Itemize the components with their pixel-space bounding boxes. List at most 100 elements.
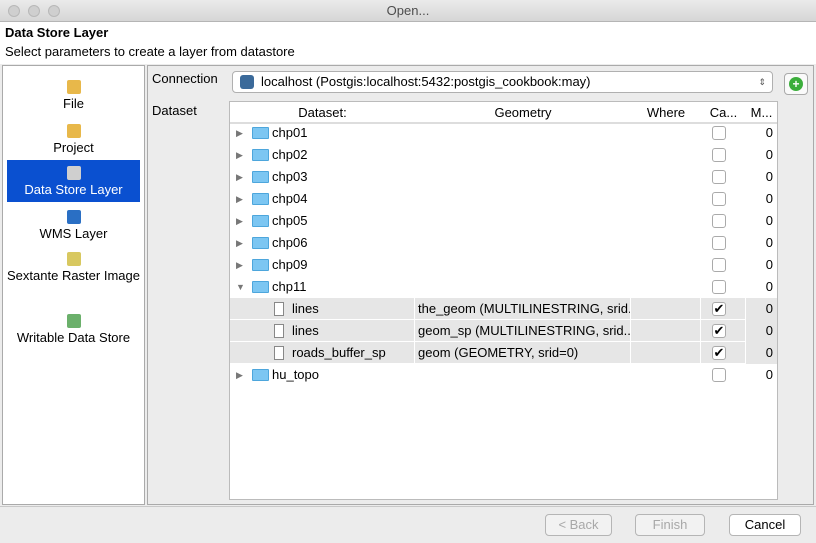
postgres-icon xyxy=(240,75,254,89)
connection-select[interactable]: localhost (Postgis:localhost:5432:postgi… xyxy=(232,71,773,93)
footer-divider xyxy=(0,506,816,507)
layer-checkbox[interactable]: ✔ xyxy=(712,324,726,338)
layer-checkbox[interactable] xyxy=(712,170,726,184)
column-dataset[interactable]: Dataset: xyxy=(230,102,415,123)
count-cell: 0 xyxy=(765,191,773,206)
count-cell: 0 xyxy=(765,323,773,338)
zoom-window-button[interactable] xyxy=(48,5,60,17)
expand-icon[interactable]: ▶ xyxy=(236,364,243,386)
folder-icon xyxy=(252,259,269,271)
folder-icon xyxy=(252,369,269,381)
expand-icon[interactable]: ▶ xyxy=(236,232,243,254)
expand-icon[interactable]: ▶ xyxy=(236,144,243,166)
column-geometry[interactable]: Geometry xyxy=(415,102,631,123)
geometry-cell: the_geom (MULTILINESTRING, srid... xyxy=(415,298,631,320)
title-bar: Open... xyxy=(0,0,816,22)
close-window-button[interactable] xyxy=(8,5,20,17)
table-row[interactable]: ▼ chp11 0 xyxy=(230,276,777,298)
expand-icon[interactable]: ▶ xyxy=(236,210,243,232)
geometry-cell: geom_sp (MULTILINESTRING, srid... xyxy=(415,320,631,342)
nav-item-label: Writable Data Store xyxy=(16,330,131,345)
schema-name: chp06 xyxy=(272,235,308,250)
nav-item-writable-data-store[interactable]: Writable Data Store xyxy=(7,308,140,348)
nav-item-data-store-layer[interactable]: Data Store Layer xyxy=(7,160,140,202)
where-cell[interactable] xyxy=(631,342,701,364)
source-type-list: File Project Data Store Layer WMS Layer Sext… xyxy=(2,65,145,505)
project-icon xyxy=(66,124,81,138)
finish-button[interactable]: Finish xyxy=(635,514,705,536)
table-row[interactable]: lines geom_sp (MULTILINESTRING, srid... ✔ 0 xyxy=(230,320,777,342)
layer-checkbox[interactable] xyxy=(712,236,726,250)
table-file-icon xyxy=(274,346,284,360)
schema-name: chp11 xyxy=(272,279,307,294)
count-cell: 0 xyxy=(765,125,773,140)
count-cell: 0 xyxy=(765,213,773,228)
expand-icon[interactable]: ▶ xyxy=(236,166,243,188)
folder-icon xyxy=(252,171,269,183)
column-count[interactable]: M... xyxy=(746,102,777,123)
collapse-icon[interactable]: ▼ xyxy=(236,276,245,298)
layer-checkbox[interactable] xyxy=(712,192,726,206)
expand-icon[interactable]: ▶ xyxy=(236,188,243,210)
folder-icon xyxy=(252,193,269,205)
table-row[interactable]: ▶ chp04 0 xyxy=(230,188,777,210)
nav-item-label: Sextante Raster Image xyxy=(7,268,140,283)
raster-icon xyxy=(66,252,81,266)
table-row[interactable]: lines the_geom (MULTILINESTRING, srid... ✔… xyxy=(230,298,777,320)
table-row[interactable]: ▶ chp03 0 xyxy=(230,166,777,188)
table-row[interactable]: ▶ hu_topo 0 xyxy=(230,364,777,386)
geometry-cell: geom (GEOMETRY, srid=0) xyxy=(415,342,631,364)
globe-icon xyxy=(66,210,81,224)
layer-checkbox[interactable] xyxy=(712,368,726,382)
layer-checkbox[interactable] xyxy=(712,214,726,228)
nav-item-label: Project xyxy=(53,140,94,155)
column-checked[interactable]: Ca... xyxy=(701,102,746,123)
count-cell: 0 xyxy=(765,147,773,162)
table-name: roads_buffer_sp xyxy=(292,345,386,360)
nav-item-project[interactable]: Project xyxy=(7,118,140,158)
layer-checkbox[interactable] xyxy=(712,258,726,272)
layer-checkbox[interactable] xyxy=(712,280,726,294)
folder-icon xyxy=(252,215,269,227)
back-button[interactable]: < Back xyxy=(545,514,612,536)
dataset-label: Dataset xyxy=(152,103,197,118)
expand-icon[interactable]: ▶ xyxy=(236,122,243,144)
count-cell: 0 xyxy=(765,367,773,382)
nav-item-file[interactable]: File xyxy=(7,74,140,114)
writable-store-icon xyxy=(66,314,81,328)
table-row[interactable]: ▶ chp06 0 xyxy=(230,232,777,254)
minimize-window-button[interactable] xyxy=(28,5,40,17)
connection-label: Connection xyxy=(152,71,218,86)
schema-name: chp01 xyxy=(272,125,308,140)
layer-checkbox[interactable]: ✔ xyxy=(712,302,726,316)
add-connection-button[interactable]: + xyxy=(784,73,808,95)
column-where[interactable]: Where xyxy=(631,102,701,123)
cancel-button[interactable]: Cancel xyxy=(729,514,801,536)
table-name: lines xyxy=(292,323,319,338)
select-arrows-icon: ⇕ xyxy=(758,77,766,87)
dataset-tree-table[interactable]: Dataset: Geometry Where Ca... M... ▶ chp0… xyxy=(229,101,778,500)
schema-name: chp02 xyxy=(272,147,308,162)
table-name: lines xyxy=(292,301,319,316)
connection-value: localhost (Postgis:localhost:5432:postgi… xyxy=(261,74,591,89)
table-row[interactable]: ▶ chp05 0 xyxy=(230,210,777,232)
where-cell[interactable] xyxy=(631,320,701,342)
count-cell: 0 xyxy=(765,301,773,316)
layer-checkbox[interactable] xyxy=(712,126,726,140)
nav-item-wms-layer[interactable]: WMS Layer xyxy=(7,204,140,244)
table-row[interactable]: roads_buffer_sp geom (GEOMETRY, srid=0) ✔ 0 xyxy=(230,342,777,364)
nav-item-label: Data Store Layer xyxy=(24,182,123,197)
layer-checkbox[interactable] xyxy=(712,148,726,162)
plus-icon: + xyxy=(789,77,803,91)
where-cell[interactable] xyxy=(631,298,701,320)
expand-icon[interactable]: ▶ xyxy=(236,254,243,276)
table-file-icon xyxy=(274,324,284,338)
count-cell: 0 xyxy=(765,257,773,272)
schema-name: hu_topo xyxy=(272,367,319,382)
file-icon xyxy=(66,80,81,94)
table-row[interactable]: ▶ chp09 0 xyxy=(230,254,777,276)
layer-checkbox[interactable]: ✔ xyxy=(712,346,726,360)
table-row[interactable]: ▶ chp01 0 xyxy=(230,122,777,144)
nav-item-sextante-raster-image[interactable]: Sextante Raster Image xyxy=(7,246,140,304)
table-row[interactable]: ▶ chp02 0 xyxy=(230,144,777,166)
